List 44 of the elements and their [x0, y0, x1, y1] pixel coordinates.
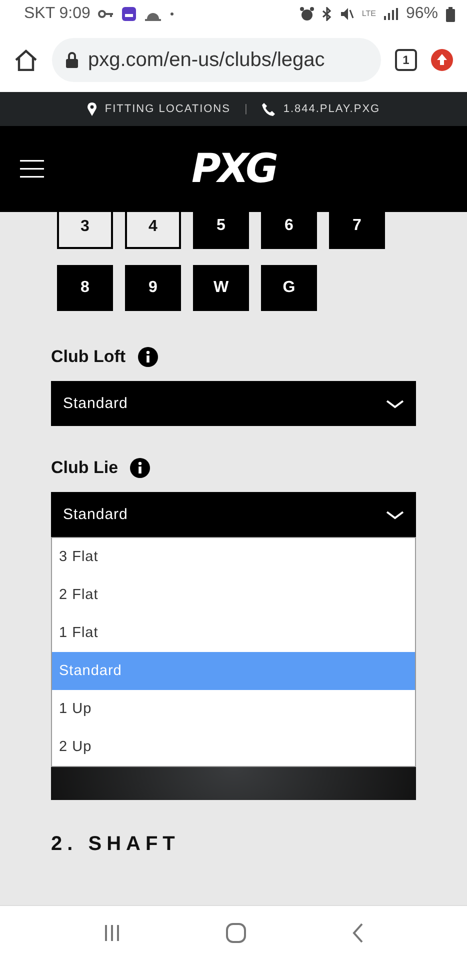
- separator: |: [244, 103, 248, 115]
- club-button[interactable]: 4: [125, 212, 181, 249]
- chevron-down-icon: [386, 510, 404, 520]
- key-icon: [98, 9, 114, 19]
- club-button[interactable]: 9: [125, 265, 181, 311]
- recent-apps-icon[interactable]: [102, 924, 121, 942]
- field-label: Club Lie: [51, 458, 118, 478]
- field-label: Club Loft: [51, 347, 126, 367]
- club-button[interactable]: W: [193, 265, 249, 311]
- status-time: SKT 9:09: [24, 5, 90, 23]
- app-icon: [122, 7, 136, 21]
- phone-link[interactable]: 1.844.PLAY.PXG: [283, 103, 380, 115]
- signal-icon: [384, 8, 398, 20]
- back-icon[interactable]: [352, 923, 364, 943]
- battery-percent: 96%: [406, 5, 438, 23]
- club-button[interactable]: 3: [57, 212, 113, 249]
- bluetooth-icon: [322, 7, 332, 21]
- dot-icon: [170, 12, 174, 16]
- chevron-down-icon: [386, 398, 404, 408]
- club-button[interactable]: 6: [261, 212, 317, 249]
- network-label: LTE: [362, 10, 376, 18]
- phone-icon: [262, 102, 276, 116]
- select-field[interactable]: Standard: [51, 492, 416, 537]
- battery-icon: [446, 6, 455, 22]
- club-button[interactable]: 5: [193, 212, 249, 249]
- upload-icon[interactable]: [431, 49, 453, 71]
- location-pin-icon: [86, 102, 97, 116]
- section-heading: 2. SHAFT: [51, 833, 181, 856]
- logo[interactable]: PXG: [192, 146, 276, 192]
- address-bar[interactable]: pxg.com/en-us/clubs/legac: [52, 38, 381, 82]
- menu-icon[interactable]: [20, 160, 44, 178]
- mute-icon: [340, 7, 354, 21]
- select-field[interactable]: Standard: [51, 381, 416, 426]
- info-icon[interactable]: [138, 347, 158, 367]
- tab-count[interactable]: 1: [395, 49, 417, 71]
- club-button[interactable]: G: [261, 265, 317, 311]
- club-button[interactable]: 8: [57, 265, 113, 311]
- fitting-locations-link[interactable]: FITTING LOCATIONS: [104, 103, 230, 115]
- club-button[interactable]: 7: [329, 212, 385, 249]
- home-icon[interactable]: [14, 49, 38, 71]
- alarm-icon: [300, 7, 314, 21]
- lock-icon: [66, 52, 78, 68]
- info-icon[interactable]: [130, 458, 150, 478]
- url-text: pxg.com/en-us/clubs/legac: [88, 48, 325, 72]
